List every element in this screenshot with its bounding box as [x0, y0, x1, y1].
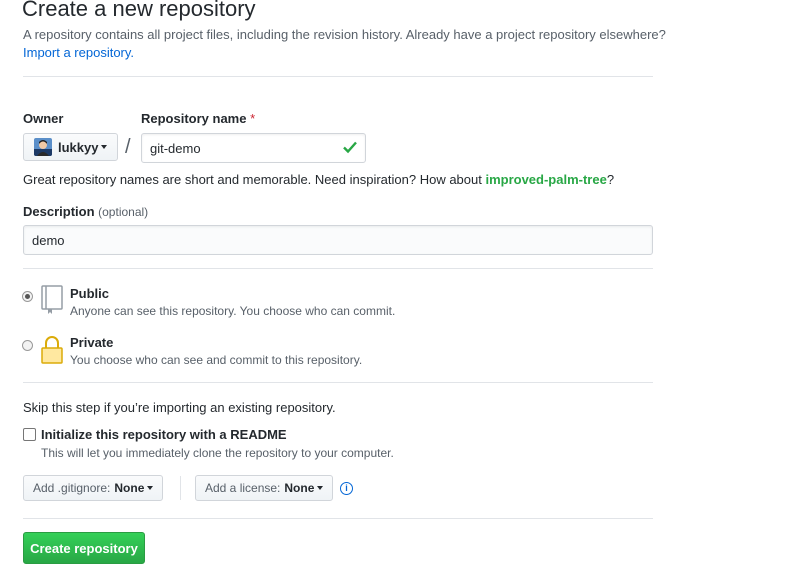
private-note: You choose who can see and commit to thi…: [70, 353, 363, 367]
license-select-button[interactable]: Add a license: None: [195, 475, 334, 501]
license-value: None: [284, 481, 315, 495]
optional-marker: (optional): [98, 205, 149, 219]
readme-label[interactable]: Initialize this repository with a README: [41, 427, 287, 442]
description-label: Description (optional): [23, 204, 148, 219]
lock-icon: [40, 335, 64, 368]
name-hint: Great repository names are short and mem…: [23, 172, 614, 187]
license-label: Add a license:: [205, 481, 281, 495]
select-separator: [180, 476, 181, 500]
repo-book-icon: [40, 285, 64, 318]
repository-name-input[interactable]: [141, 133, 366, 163]
readme-checkbox[interactable]: [23, 428, 36, 441]
gitignore-label: Add .gitignore:: [33, 481, 111, 495]
chevron-down-icon: [317, 486, 324, 490]
divider-visibility: [23, 268, 653, 269]
public-radio[interactable]: [22, 291, 33, 302]
gitignore-select-button[interactable]: Add .gitignore: None: [23, 475, 164, 501]
divider-top: [23, 76, 653, 77]
public-title: Public: [70, 286, 110, 301]
public-note: Anyone can see this repository. You choo…: [70, 304, 396, 318]
description-label-text: Description: [23, 204, 95, 219]
repo-name-label: Repository name *: [141, 111, 255, 126]
import-repository-link[interactable]: Import a repository.: [23, 45, 134, 60]
private-title: Private: [70, 335, 114, 350]
chevron-down-icon: [101, 145, 108, 149]
divider-init: [23, 382, 653, 383]
chevron-down-icon: [147, 486, 154, 490]
gitignore-value: None: [114, 481, 145, 495]
readme-note: This will let you immediately clone the …: [41, 446, 394, 460]
user-avatar-icon: [34, 138, 52, 156]
owner-label: Owner: [23, 111, 64, 126]
checkmark-icon: [342, 139, 358, 155]
suggested-name-link[interactable]: improved-palm-tree: [485, 172, 606, 187]
required-asterisk: *: [250, 111, 256, 126]
name-hint-text: Great repository names are short and mem…: [23, 172, 486, 187]
skip-note: Skip this step if you’re importing an ex…: [23, 400, 336, 415]
owner-select-button[interactable]: lukkyy: [23, 133, 118, 161]
page-title: Create a new repository: [22, 0, 256, 21]
create-repository-button[interactable]: Create repository: [23, 532, 145, 564]
name-hint-end: ?: [606, 172, 615, 187]
divider-bottom: [23, 518, 653, 519]
owner-repo-separator: /: [125, 136, 131, 158]
owner-name: lukkyy: [58, 139, 99, 155]
info-icon[interactable]: i: [340, 482, 353, 495]
page-subtitle: A repository contains all project files,…: [23, 27, 666, 42]
repo-name-label-text: Repository name: [141, 111, 247, 126]
description-input[interactable]: [23, 225, 653, 255]
private-radio[interactable]: [22, 340, 33, 351]
